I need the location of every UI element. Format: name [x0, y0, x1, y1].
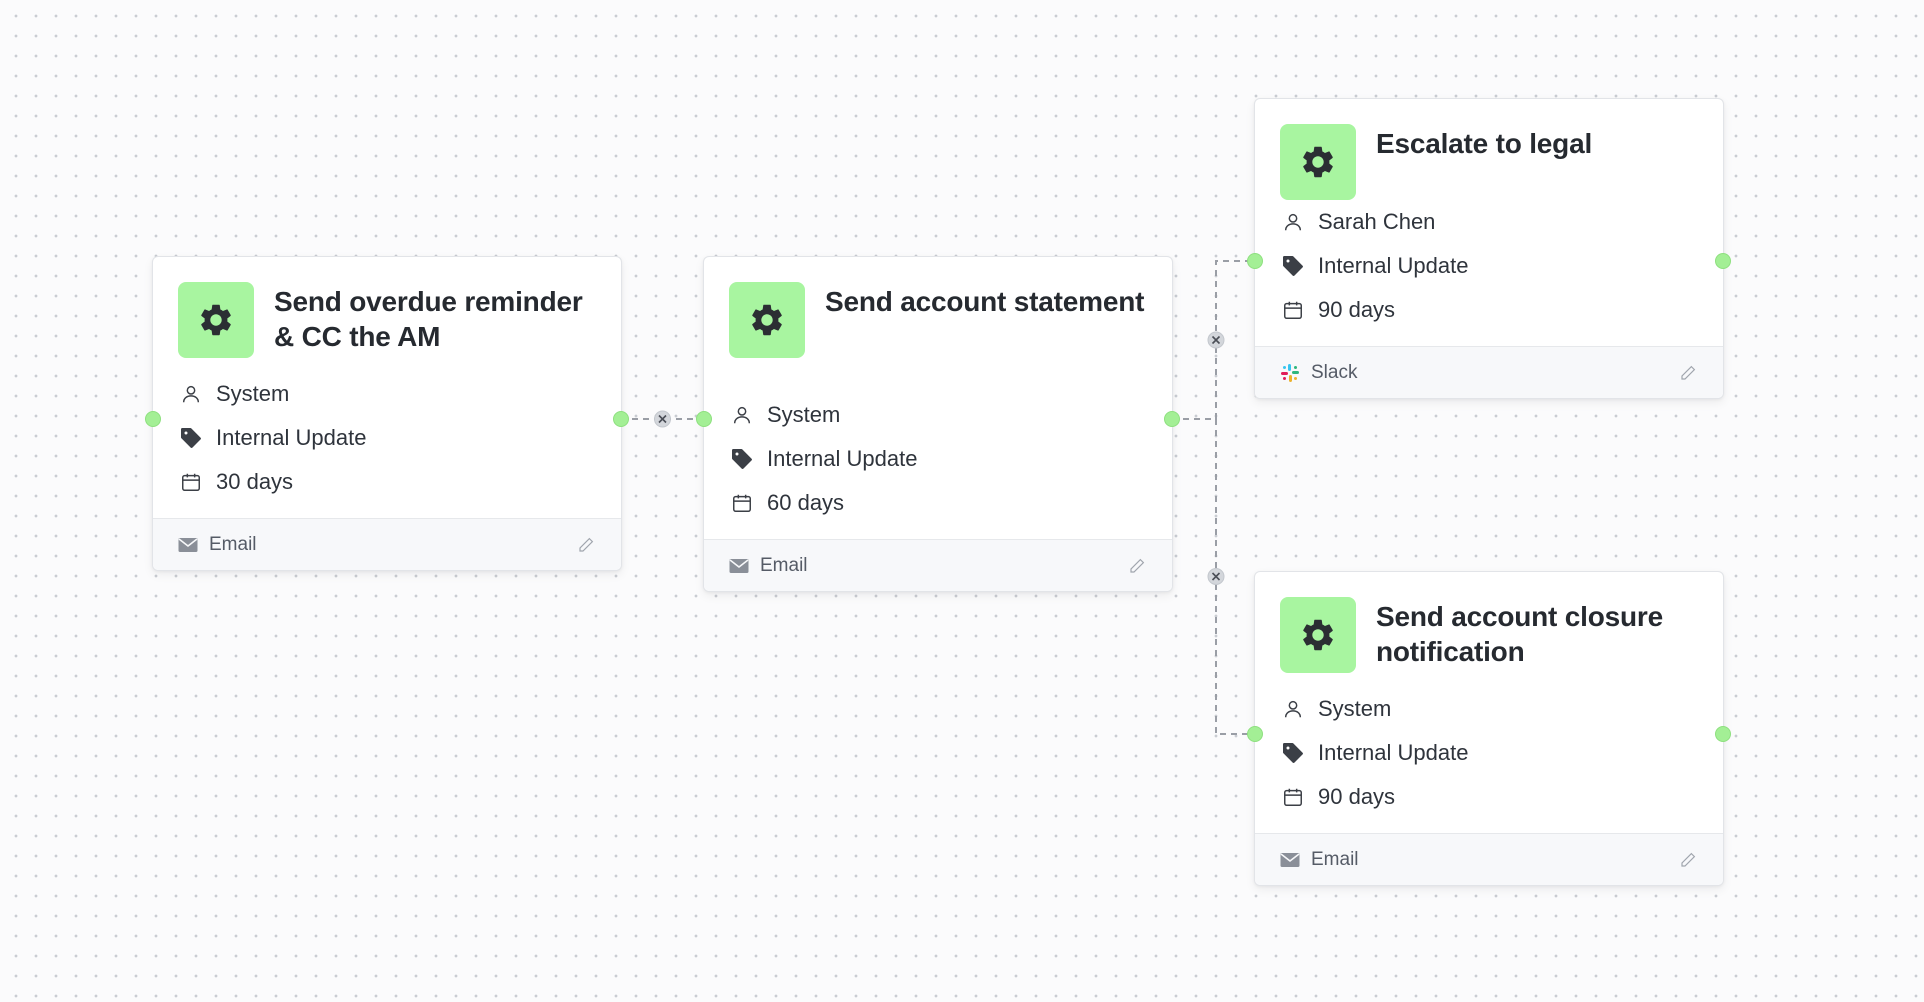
assignee-label: System	[1318, 696, 1392, 721]
input-handle[interactable]	[1247, 253, 1263, 269]
node-footer: Email	[153, 518, 621, 570]
output-handle[interactable]	[1164, 411, 1180, 427]
duration-label: 30 days	[216, 469, 294, 494]
assignee-label: Sarah Chen	[1318, 209, 1436, 234]
edge-delete-button[interactable]	[1207, 568, 1225, 585]
output-handle[interactable]	[613, 411, 629, 427]
edge-delete-button[interactable]	[654, 410, 671, 428]
tag-row: Internal Update	[1280, 731, 1699, 775]
workflow-node[interactable]: Send account closure notification System…	[1247, 571, 1731, 886]
workflow-node[interactable]: Escalate to legal Sarah Chen Internal Up…	[1247, 98, 1731, 399]
node-title: Escalate to legal	[1376, 128, 1593, 159]
assignee-row: System	[178, 372, 597, 416]
duration-label: 90 days	[1318, 784, 1396, 809]
assignee-label: System	[767, 402, 841, 427]
duration-row: 30 days	[178, 460, 597, 504]
tag-label: Internal Update	[216, 425, 367, 450]
envelope-icon	[178, 534, 200, 556]
slack-icon	[1280, 362, 1302, 384]
channel-label: Email	[209, 533, 257, 555]
channel-label: Slack	[1311, 361, 1358, 383]
tag-row: Internal Update	[729, 437, 1148, 481]
tag-label: Internal Update	[1318, 253, 1469, 278]
calendar-icon	[1280, 784, 1306, 810]
input-handle[interactable]	[696, 411, 712, 427]
workflow-canvas[interactable]: Send overdue reminder & CC the AM System…	[0, 0, 1924, 1002]
edit-button[interactable]	[575, 534, 597, 556]
user-icon	[729, 402, 755, 428]
node-title: Send account closure notification	[1376, 601, 1663, 667]
tag-label: Internal Update	[767, 446, 918, 471]
tag-icon	[1280, 740, 1306, 766]
user-icon	[178, 381, 204, 407]
duration-label: 90 days	[1318, 297, 1396, 322]
tag-label: Internal Update	[1318, 740, 1469, 765]
assignee-row: System	[729, 393, 1148, 437]
node-footer: Email	[704, 539, 1172, 591]
workflow-node[interactable]: Send overdue reminder & CC the AM System…	[145, 256, 629, 571]
tag-row: Internal Update	[1280, 244, 1699, 288]
node-footer: Email	[1255, 833, 1723, 885]
edge-delete-button[interactable]	[1207, 331, 1225, 349]
duration-row: 60 days	[729, 481, 1148, 525]
tag-icon	[1280, 253, 1306, 279]
calendar-icon	[1280, 297, 1306, 323]
node-title: Send account statement	[825, 286, 1145, 317]
calendar-icon	[729, 490, 755, 516]
edit-button[interactable]	[1677, 849, 1699, 871]
envelope-icon	[729, 555, 751, 577]
assignee-row: Sarah Chen	[1280, 200, 1699, 244]
calendar-icon	[178, 469, 204, 495]
gear-icon	[178, 282, 254, 358]
edit-button[interactable]	[1677, 362, 1699, 384]
duration-label: 60 days	[767, 490, 845, 515]
node-title: Send overdue reminder & CC the AM	[274, 286, 583, 352]
user-icon	[1280, 209, 1306, 235]
tag-icon	[178, 425, 204, 451]
node-footer: Slack	[1255, 346, 1723, 398]
assignee-label: System	[216, 381, 290, 406]
duration-row: 90 days	[1280, 775, 1699, 819]
output-handle[interactable]	[1715, 253, 1731, 269]
user-icon	[1280, 696, 1306, 722]
input-handle[interactable]	[145, 411, 161, 427]
assignee-row: System	[1280, 687, 1699, 731]
input-handle[interactable]	[1247, 726, 1263, 742]
gear-icon	[1280, 597, 1356, 673]
tag-row: Internal Update	[178, 416, 597, 460]
edit-button[interactable]	[1126, 555, 1148, 577]
workflow-node[interactable]: Send account statement System Internal U…	[696, 256, 1180, 592]
gear-icon	[1280, 124, 1356, 200]
output-handle[interactable]	[1715, 726, 1731, 742]
gear-icon	[729, 282, 805, 358]
channel-label: Email	[760, 554, 808, 576]
tag-icon	[729, 446, 755, 472]
duration-row: 90 days	[1280, 288, 1699, 332]
channel-label: Email	[1311, 848, 1359, 870]
envelope-icon	[1280, 849, 1302, 871]
